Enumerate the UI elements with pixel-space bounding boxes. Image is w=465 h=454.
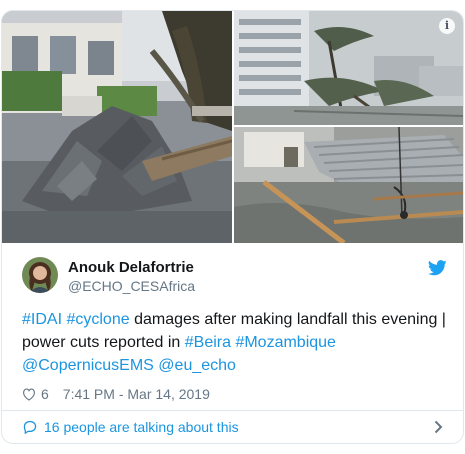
hashtag-idai[interactable]: #IDAI (22, 311, 62, 328)
media-grid[interactable]: i (2, 11, 463, 243)
author-name[interactable]: Anouk Delafortrie (68, 259, 194, 276)
mention-copernicusems[interactable]: @CopernicusEMS (22, 357, 154, 374)
tweet-text: #IDAI #cyclone damages after making land… (22, 308, 452, 377)
photo-fallen-power-line[interactable] (234, 127, 463, 243)
chevron-right-icon[interactable] (434, 420, 443, 434)
tweet-header: Anouk Delafortrie @ECHO_CESAfrica (22, 257, 447, 297)
talking-count[interactable]: 16 people are talking about this (44, 419, 239, 435)
author-handle[interactable]: @ECHO_CESAfrica (68, 278, 195, 294)
timestamp[interactable]: 7:41 PM - Mar 14, 2019 (63, 386, 210, 402)
hashtag-cyclone[interactable]: #cyclone (66, 311, 129, 328)
like-count[interactable]: 6 (41, 386, 49, 402)
twitter-bird-icon[interactable] (428, 260, 447, 276)
tweet-card: i Anouk Delafortrie @ECHO_CESAfrica #IDA… (1, 10, 464, 444)
photo-storm-trees[interactable] (234, 11, 463, 125)
mention-eu-echo[interactable]: @eu_echo (158, 357, 236, 374)
speech-bubble-icon (23, 420, 37, 434)
avatar[interactable] (22, 257, 58, 293)
info-icon[interactable]: i (439, 18, 455, 34)
photo-collapsed-pavement[interactable] (2, 11, 232, 243)
hashtag-beira[interactable]: #Beira (185, 334, 231, 351)
hashtag-mozambique[interactable]: #Mozambique (235, 334, 336, 351)
tweet-meta: 6 7:41 PM - Mar 14, 2019 (22, 385, 210, 403)
conversation-link[interactable]: 16 people are talking about this (2, 411, 463, 443)
heart-icon[interactable] (22, 387, 36, 401)
